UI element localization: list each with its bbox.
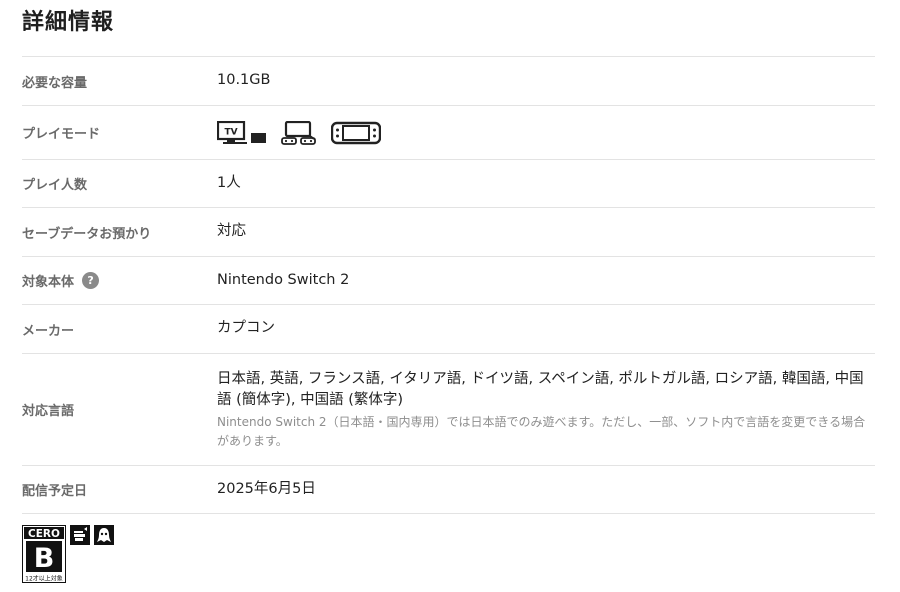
row-label: プレイモード [22,127,101,142]
details-section: 詳細情報 必要な容量 10.1GB プレイモード TV プレイ人数 1人 セーブ… [0,0,900,592]
play-mode-icons: TV [217,120,381,145]
section-title: 詳細情報 [22,10,115,35]
row-label: セーブデータお預かり [22,226,152,242]
players-value: 1人 [217,174,241,191]
maker-value: カプコン [217,320,275,337]
cero-brand: CERO [28,528,60,540]
cero-age-text: 12才以上対象 [25,575,63,583]
save-data-value: 対応 [217,223,246,240]
horror-icon [94,525,114,545]
row-release-date: 配信予定日 2025年6月5日 [22,466,875,514]
row-label: メーカー [22,323,75,339]
row-languages: 対応言語 日本語, 英語, フランス語, イタリア語, ドイツ語, スペイン語,… [22,354,875,466]
handheld-mode-icon [331,121,381,144]
row-storage: 必要な容量 10.1GB [22,57,875,106]
tabletop-mode-icon [281,120,316,145]
details-table: 必要な容量 10.1GB プレイモード TV プレイ人数 1人 セーブデータお預… [22,56,875,514]
violence-icon [70,525,90,545]
cero-class: B [34,543,55,574]
languages-value: 日本語, 英語, フランス語, イタリア語, ドイツ語, スペイン語, ポルトガ… [217,370,864,408]
row-label: 必要な容量 [22,75,88,91]
storage-value: 10.1GB [217,72,271,89]
row-label: 対応言語 [22,404,75,419]
row-label: 配信予定日 [22,484,88,499]
target-hardware-value: Nintendo Switch 2 [217,271,350,288]
svg-text:TV: TV [224,127,237,137]
row-play-mode: プレイモード TV [22,106,875,160]
row-players: プレイ人数 1人 [22,160,875,208]
tv-mode-icon: TV [217,120,266,144]
age-rating: CERO B 12才以上対象 [22,525,114,583]
row-save-data: セーブデータお預かり 対応 [22,208,875,257]
languages-note: Nintendo Switch 2（日本語・国内専用）では日本語でのみ遊べます。… [217,414,866,448]
row-label: プレイ人数 [22,178,88,193]
cero-rating-icon: CERO B 12才以上対象 [22,525,66,583]
release-date-value: 2025年6月5日 [217,480,316,497]
languages-cell: 日本語, 英語, フランス語, イタリア語, ドイツ語, スペイン語, ポルトガ… [217,369,867,450]
target-hardware-label: 対象本体 [22,275,75,290]
row-label: 対象本体 ? [22,271,217,290]
row-maker: メーカー カプコン [22,305,875,354]
help-icon[interactable]: ? [82,272,100,289]
row-target-hardware: 対象本体 ? Nintendo Switch 2 [22,257,875,305]
